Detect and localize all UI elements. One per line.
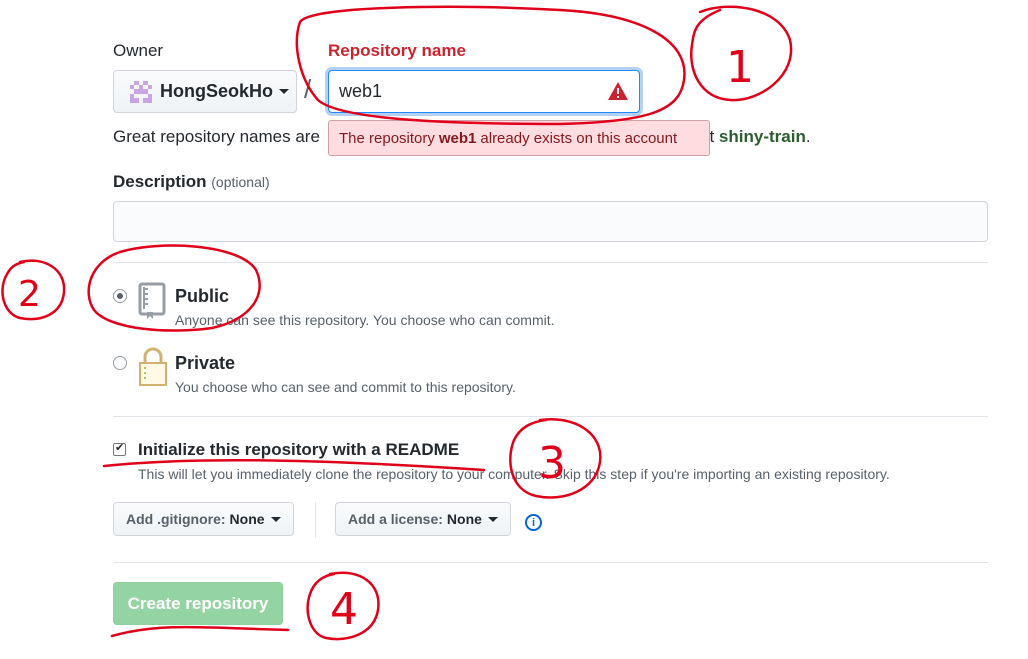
repo-name-error-tooltip: The repository web1 already exists on this… xyxy=(328,120,710,156)
chevron-down-icon xyxy=(487,516,498,522)
repo-book-icon xyxy=(138,282,166,319)
annotation-number-2: 2 xyxy=(18,274,41,315)
divider xyxy=(113,562,988,563)
annotation-outline xyxy=(509,417,602,499)
repo-name-input[interactable] xyxy=(328,70,640,113)
public-radio[interactable] xyxy=(113,289,127,303)
public-description: Anyone can see this repository. You choo… xyxy=(175,312,555,328)
private-radio[interactable] xyxy=(113,356,127,370)
divider xyxy=(113,262,988,263)
annotation-outline xyxy=(110,625,290,638)
lock-icon xyxy=(139,347,167,386)
error-repo-name: web1 xyxy=(438,129,477,147)
description-input[interactable] xyxy=(113,201,988,242)
public-title: Public xyxy=(175,286,230,306)
owner-avatar xyxy=(130,80,152,103)
chevron-down-icon xyxy=(270,516,281,522)
owner-dropdown-button[interactable]: HongSeokHo xyxy=(113,70,297,113)
annotation-outline xyxy=(306,571,380,641)
owner-label: Owner xyxy=(113,41,164,60)
init-readme-title: Initialize this repository with a README xyxy=(138,440,460,459)
create-repository-button[interactable]: Create repository xyxy=(113,582,283,625)
owner-repo-separator: / xyxy=(304,74,312,104)
license-dropdown-button[interactable]: Add a license: None xyxy=(335,502,511,536)
description-label: Description (optional) xyxy=(113,172,270,191)
divider xyxy=(113,416,988,417)
private-title: Private xyxy=(175,353,236,373)
suggestion-link[interactable]: shiny-train xyxy=(719,127,806,146)
private-description: You choose who can see and commit to thi… xyxy=(175,379,516,395)
annotation-outline xyxy=(690,5,793,102)
annotation-outline xyxy=(1,259,66,321)
init-readme-checkbox[interactable] xyxy=(113,441,126,456)
repo-name-label: Repository name xyxy=(328,41,466,60)
init-readme-description: This will let you immediately clone the … xyxy=(138,466,890,482)
alert-icon xyxy=(608,82,628,100)
owner-name: HongSeokHo xyxy=(160,81,274,101)
repo-name-help-text: Great repository names are xyxy=(113,127,320,146)
annotation-number-4: 4 xyxy=(330,584,358,635)
info-icon[interactable]: i xyxy=(525,514,542,531)
repo-name-suggestion-text: ut shiny-train. xyxy=(700,127,811,146)
annotation-number-1: 1 xyxy=(726,42,754,93)
gitignore-dropdown-button[interactable]: Add .gitignore: None xyxy=(113,502,294,536)
chevron-down-icon xyxy=(279,89,290,94)
divider xyxy=(315,502,316,538)
